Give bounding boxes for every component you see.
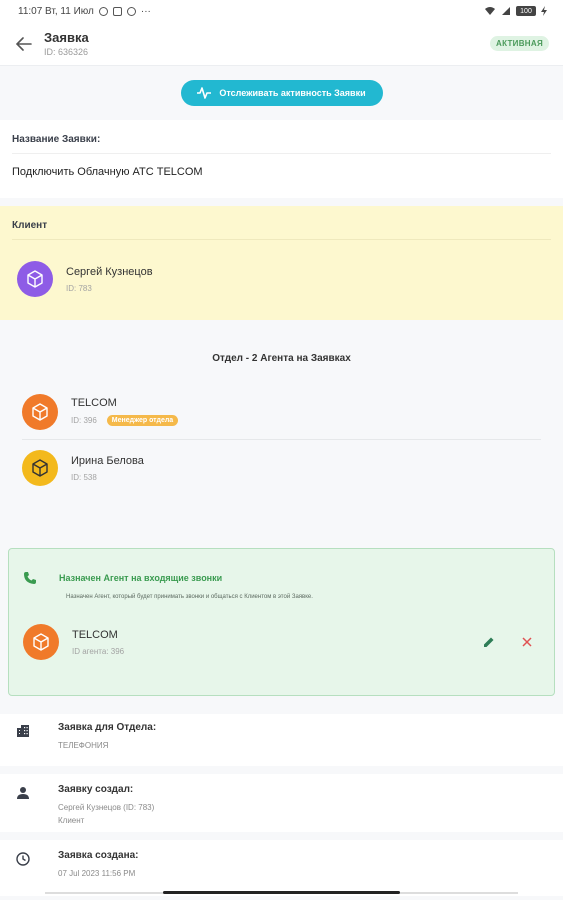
assigned-description: Назначен Агент, который будет принимать … xyxy=(66,594,313,600)
close-icon xyxy=(522,637,532,647)
list-item[interactable]: Ирина Белова ID: 538 xyxy=(22,440,541,496)
remove-button[interactable] xyxy=(514,629,540,655)
back-button[interactable] xyxy=(14,34,34,54)
avatar xyxy=(22,450,58,486)
status-bar: 11:07 Вт, 11 Июл ··· 100 xyxy=(0,0,563,22)
pencil-icon xyxy=(484,637,494,647)
phone-icon xyxy=(24,572,36,584)
avatar xyxy=(23,624,59,660)
vk-icon xyxy=(112,6,122,16)
building-icon xyxy=(17,725,29,737)
track-activity-label: Отслеживать активность Заявки xyxy=(219,88,366,98)
charging-icon xyxy=(541,6,547,16)
assigned-agent-name: TELCOM xyxy=(72,628,118,641)
created-by-label: Заявку создал: xyxy=(58,784,134,795)
notification-icon xyxy=(126,6,136,16)
client-name: Сергей Кузнецов xyxy=(66,265,153,278)
agent-name: TELCOM xyxy=(71,397,117,409)
created-by-info: Заявку создал: Сергей Кузнецов (ID: 783)… xyxy=(0,774,563,832)
cube-icon xyxy=(27,270,43,288)
battery-icon: 100 xyxy=(516,6,536,16)
created-by-value: Сергей Кузнецов (ID: 783) xyxy=(58,803,155,812)
department-info: Заявка для Отдела: ТЕЛЕФОНИЯ xyxy=(0,714,563,766)
avatar xyxy=(17,261,53,297)
home-indicator[interactable] xyxy=(163,891,400,894)
request-id: ID: 636326 xyxy=(44,47,89,57)
back-arrow-icon xyxy=(16,36,32,51)
person-icon xyxy=(17,787,29,799)
assigned-agent-card: Назначен Агент на входящие звонки Назнач… xyxy=(8,548,555,696)
status-time: 11:07 Вт, 11 Июл xyxy=(18,5,94,17)
request-name-section: Название Заявки: Подключить Облачную АТС… xyxy=(0,120,563,198)
clock-icon xyxy=(16,852,30,866)
whatsapp-icon xyxy=(98,6,108,16)
manager-badge: Менеджер отдела xyxy=(106,415,179,426)
client-id: ID: 783 xyxy=(66,283,92,293)
cube-icon xyxy=(33,633,49,651)
created-by-role: Клиент xyxy=(58,816,85,825)
department-title: Отдел - 2 Агента на Заявках xyxy=(212,353,351,364)
more-notifications: ··· xyxy=(140,5,151,17)
created-at-label: Заявка создана: xyxy=(58,850,139,861)
department-info-label: Заявка для Отдела: xyxy=(58,722,157,733)
list-item[interactable]: TELCOM ID: 396 Менеджер отдела xyxy=(22,384,541,440)
created-at-value: 07 Jul 2023 11:56 PM xyxy=(58,869,136,878)
assigned-agent-id: ID агента: 396 xyxy=(72,646,125,656)
agent-id: ID: 396 xyxy=(71,416,97,425)
created-at-info: Заявка создана: 07 Jul 2023 11:56 PM xyxy=(0,840,563,896)
department-section: Отдел - 2 Агента на Заявках TELCOM ID: 3… xyxy=(0,320,563,540)
signal-icon xyxy=(502,7,510,15)
request-name-label: Название Заявки: xyxy=(12,120,551,154)
cube-icon xyxy=(32,459,48,477)
page-title: Заявка xyxy=(44,30,89,45)
request-name-value: Подключить Облачную АТС TELCOM xyxy=(12,166,203,178)
agent-id: ID: 538 xyxy=(71,472,97,482)
edit-button[interactable] xyxy=(476,629,502,655)
avatar xyxy=(22,393,58,430)
wifi-icon xyxy=(485,7,495,15)
assigned-title: Назначен Агент на входящие звонки xyxy=(59,573,223,583)
track-activity-button[interactable]: Отслеживать активность Заявки xyxy=(180,80,383,106)
department-info-value: ТЕЛЕФОНИЯ xyxy=(58,741,109,750)
activity-icon xyxy=(197,87,212,99)
client-card[interactable]: Сергей Кузнецов ID: 783 xyxy=(12,240,551,318)
client-label: Клиент xyxy=(12,206,551,240)
status-badge: АКТИВНАЯ xyxy=(490,36,549,51)
cube-icon xyxy=(32,402,48,421)
agent-name: Ирина Белова xyxy=(71,454,144,467)
app-bar: Заявка ID: 636326 АКТИВНАЯ xyxy=(0,22,563,66)
client-section: Клиент Сергей Кузнецов ID: 783 xyxy=(0,206,563,320)
